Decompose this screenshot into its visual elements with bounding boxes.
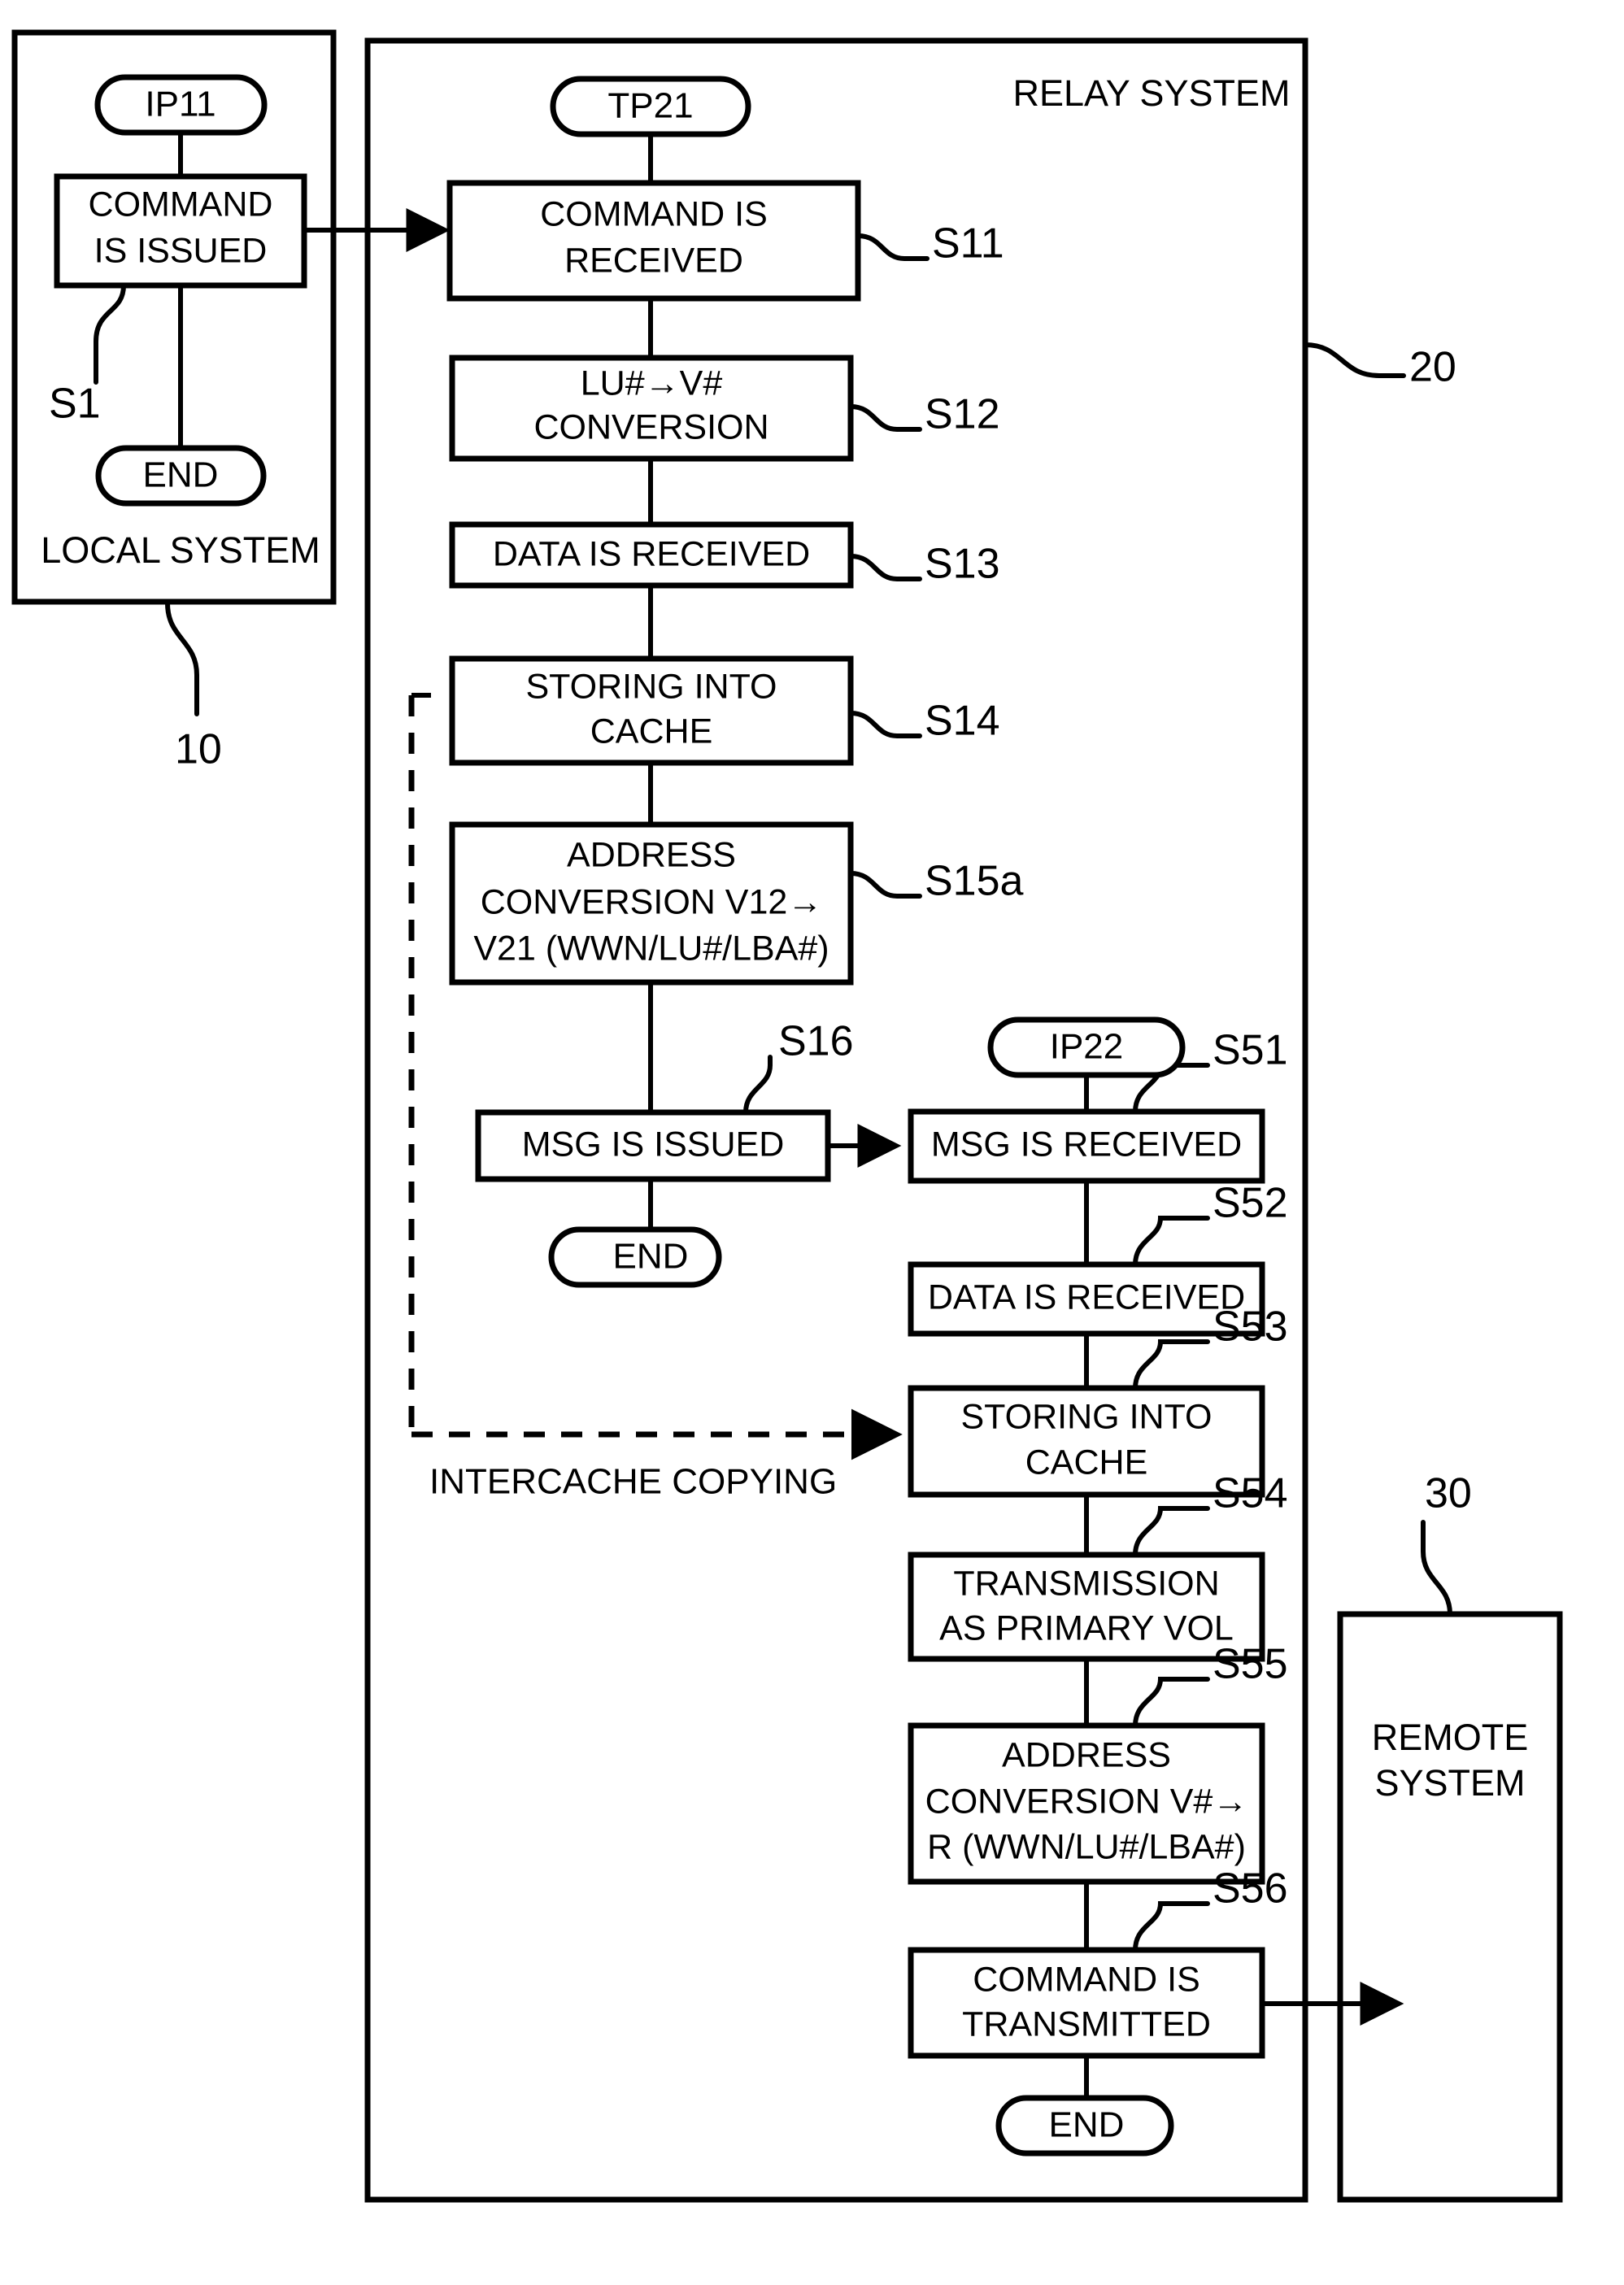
- step-ref-s52: S52: [1213, 1180, 1288, 1227]
- step-s15a-line3: V21 (WWN/LU#/LBA#): [473, 929, 829, 968]
- container-label-relay-system: RELAY SYSTEM: [1013, 72, 1291, 114]
- leader-s12: [848, 404, 922, 432]
- step-ref-s13: S13: [925, 541, 1000, 588]
- leader-s52: [1133, 1216, 1210, 1267]
- container-label-remote-system-line1: REMOTE: [1372, 1717, 1529, 1758]
- leader-s56: [1133, 1901, 1210, 1952]
- step-s53-line2: CACHE: [1025, 1443, 1148, 1482]
- step-ref-s1: S1: [49, 381, 101, 428]
- leader-s14: [848, 711, 922, 738]
- step-s14-line1: STORING INTO: [526, 667, 777, 706]
- terminator-tp21-label: TP21: [607, 86, 693, 126]
- leader-s11: [856, 233, 930, 261]
- step-s11-line1: COMMAND IS: [540, 194, 768, 233]
- container-remote-system: [1337, 1611, 1563, 2203]
- patent-flowchart-svg: IP11 TP21 IP22 END END END COMMAND IS IS…: [11, 29, 1563, 2203]
- terminator-ip22-label: IP22: [1050, 1027, 1124, 1067]
- step-s13-line1: DATA IS RECEIVED: [493, 534, 810, 573]
- step-s14-line2: CACHE: [590, 712, 713, 751]
- step-ref-s14: S14: [925, 698, 1000, 745]
- step-s55-line1: ADDRESS: [1002, 1735, 1171, 1774]
- figure-canvas: IP11 TP21 IP22 END END END COMMAND IS IS…: [0, 0, 1624, 2285]
- step-s15a-line2: CONVERSION V12→: [481, 882, 823, 921]
- step-s12-line1: LU#→V#: [581, 363, 723, 403]
- step-s55-line2: CONVERSION V#→: [925, 1782, 1248, 1821]
- step-s1-line2: IS ISSUED: [94, 231, 268, 270]
- step-s54-line1: TRANSMISSION: [953, 1564, 1219, 1603]
- step-s51-line1: MSG IS RECEIVED: [931, 1125, 1242, 1164]
- step-s54-line2: AS PRIMARY VOL: [939, 1608, 1234, 1647]
- step-s12-line2: CONVERSION: [533, 407, 768, 446]
- leader-s54: [1133, 1506, 1210, 1557]
- leader-s1: [94, 283, 126, 385]
- leader-ref-30: [1421, 1520, 1452, 1617]
- leader-s15a: [848, 871, 922, 899]
- step-ref-s53: S53: [1213, 1304, 1288, 1351]
- leader-s55: [1133, 1677, 1210, 1728]
- step-s16-line1: MSG IS ISSUED: [522, 1125, 785, 1164]
- step-ref-s15a: S15a: [925, 858, 1024, 905]
- step-ref-s56: S56: [1213, 1865, 1288, 1913]
- terminator-end-local-label: END: [143, 455, 219, 495]
- step-ref-s51: S51: [1213, 1027, 1288, 1074]
- step-s55-line3: R (WWN/LU#/LBA#): [927, 1827, 1246, 1866]
- container-ref-20: 20: [1409, 344, 1456, 391]
- step-s11-line2: RECEIVED: [564, 241, 743, 280]
- step-ref-s54: S54: [1213, 1470, 1288, 1517]
- step-s56-line1: COMMAND IS: [973, 1960, 1200, 1999]
- step-s15a-line1: ADDRESS: [567, 835, 736, 874]
- terminator-end-mid-label: END: [613, 1237, 689, 1277]
- leader-ref-20: [1303, 342, 1406, 378]
- terminator-end-right-label: END: [1049, 2105, 1125, 2145]
- step-s52-line1: DATA IS RECEIVED: [928, 1277, 1245, 1317]
- terminator-ip11-label: IP11: [145, 85, 216, 124]
- step-s53-line1: STORING INTO: [961, 1397, 1213, 1436]
- container-ref-30: 30: [1425, 1470, 1472, 1517]
- leader-s16: [743, 1055, 773, 1115]
- container-ref-10: 10: [175, 726, 222, 773]
- step-ref-s55: S55: [1213, 1641, 1288, 1688]
- container-label-local-system: LOCAL SYSTEM: [41, 529, 320, 571]
- step-s56-line2: TRANSMITTED: [962, 2004, 1211, 2043]
- leader-ref-10: [165, 601, 199, 716]
- step-ref-s11: S11: [932, 220, 1004, 268]
- step-ref-s16: S16: [778, 1018, 854, 1065]
- step-s1-line1: COMMAND: [89, 185, 273, 224]
- container-label-remote-system-line2: SYSTEM: [1374, 1762, 1525, 1804]
- leader-s53: [1133, 1339, 1210, 1391]
- step-ref-s12: S12: [925, 391, 1000, 438]
- leader-s13: [848, 554, 922, 581]
- annotation-intercache-copying: INTERCACHE COPYING: [429, 1462, 837, 1502]
